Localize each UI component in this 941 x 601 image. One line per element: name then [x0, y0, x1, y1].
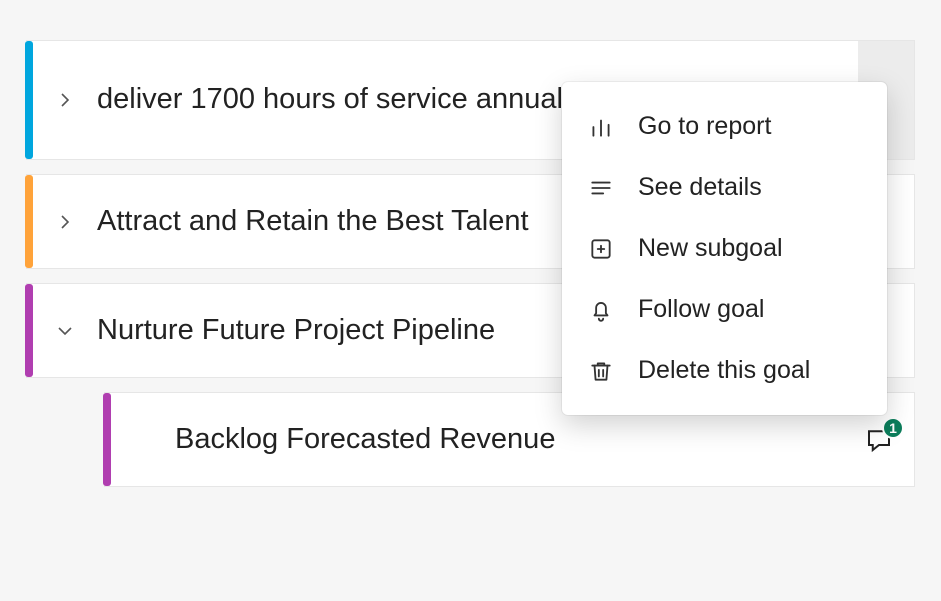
comment-icon[interactable]: 1: [864, 425, 894, 455]
menu-label: Follow goal: [638, 295, 764, 324]
status-color-bar: [25, 284, 33, 377]
menu-label: Delete this goal: [638, 356, 810, 385]
menu-delete-goal[interactable]: Delete this goal: [562, 340, 887, 401]
goals-list: deliver 1700 hours of service annually (…: [0, 0, 941, 487]
menu-label: Go to report: [638, 112, 771, 141]
menu-label: See details: [638, 173, 762, 202]
menu-label: New subgoal: [638, 234, 783, 263]
menu-new-subgoal[interactable]: New subgoal: [562, 218, 887, 279]
bar-chart-icon: [588, 114, 614, 140]
trash-icon: [588, 358, 614, 384]
menu-follow-goal[interactable]: Follow goal: [562, 279, 887, 340]
chevron-right-icon[interactable]: [55, 212, 75, 232]
status-color-bar: [103, 393, 111, 486]
bell-icon: [588, 297, 614, 323]
comment-count-badge: 1: [882, 417, 904, 439]
menu-see-details[interactable]: See details: [562, 157, 887, 218]
list-lines-icon: [588, 175, 614, 201]
chevron-right-icon[interactable]: [55, 90, 75, 110]
goal-context-menu: Go to report See details New subgoal: [562, 82, 887, 415]
plus-square-icon: [588, 236, 614, 262]
status-color-bar: [25, 175, 33, 268]
goal-title: Backlog Forecasted Revenue: [175, 421, 856, 459]
status-color-bar: [25, 41, 33, 159]
menu-go-to-report[interactable]: Go to report: [562, 96, 887, 157]
chevron-down-icon[interactable]: [55, 321, 75, 341]
